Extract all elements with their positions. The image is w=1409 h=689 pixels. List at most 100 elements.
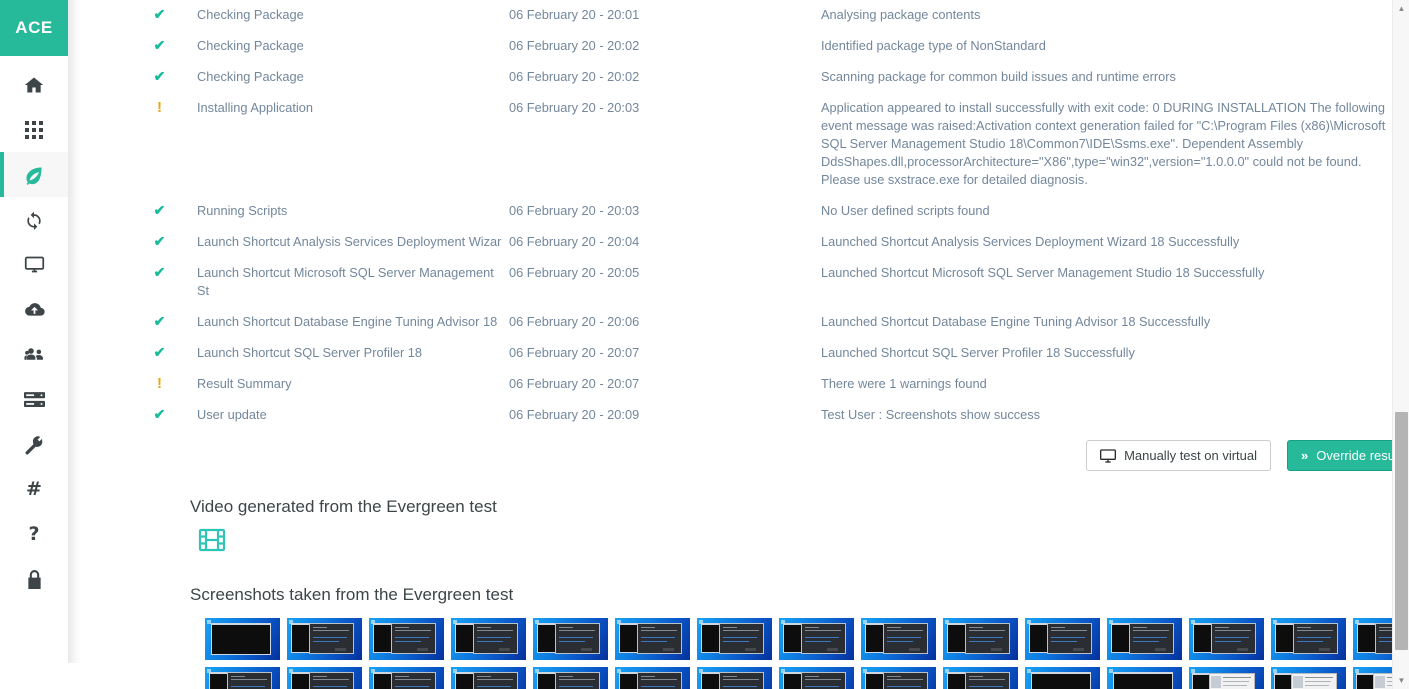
status-warning-icon: !: [157, 99, 162, 116]
row-message: Test User : Screenshots show success: [821, 407, 1041, 422]
video-section-title: Video generated from the Evergreen test: [190, 497, 497, 516]
table-row[interactable]: ✔ User update 06 February 20 - 20:09 Tes…: [122, 400, 1409, 424]
row-time: 06 February 20 - 20:09: [509, 407, 640, 422]
screenshot-thumbnail[interactable]: [1025, 667, 1100, 689]
screenshot-thumbnail[interactable]: [1189, 667, 1264, 689]
sidebar-nav: # ?: [0, 56, 68, 602]
row-status: !: [122, 93, 197, 117]
evergreen-log-table: ✔ Checking Package 06 February 20 - 20:0…: [122, 0, 1409, 424]
scroll-down-arrow-icon[interactable]: ▼: [1393, 672, 1409, 689]
screenshot-thumbnail[interactable]: [205, 618, 280, 660]
row-message: Launched Shortcut Microsoft SQL Server M…: [821, 265, 1265, 280]
result-actions: Manually test on virtual » Override resu: [68, 440, 1409, 471]
wrench-icon: [23, 434, 45, 456]
lock-icon: [23, 569, 45, 591]
screenshot-thumbnail[interactable]: [287, 667, 362, 689]
table-row[interactable]: ✔ Checking Package 06 February 20 - 20:0…: [122, 62, 1409, 86]
row-spacer: [122, 251, 1409, 258]
table-row[interactable]: ✔ Launch Shortcut Database Engine Tuning…: [122, 307, 1409, 331]
row-message: Launched Shortcut SQL Server Profiler 18…: [821, 345, 1135, 360]
screenshot-thumbnail[interactable]: [615, 618, 690, 660]
monitor-icon: [1100, 448, 1117, 463]
row-spacer: [122, 189, 1409, 196]
sidebar-item-users[interactable]: [0, 332, 68, 377]
screenshot-thumbnail[interactable]: [779, 618, 854, 660]
status-ok-icon: ✔: [153, 344, 166, 360]
override-result-button[interactable]: » Override resu: [1287, 440, 1409, 471]
row-message: Launched Shortcut Analysis Services Depl…: [821, 234, 1240, 249]
screenshot-thumbnail[interactable]: [861, 618, 936, 660]
screenshot-thumbnail[interactable]: [943, 667, 1018, 689]
sidebar-item-help[interactable]: ?: [0, 512, 68, 557]
screenshot-thumbnail[interactable]: [779, 667, 854, 689]
table-row[interactable]: ! Result Summary 06 February 20 - 20:07 …: [122, 369, 1409, 393]
status-ok-icon: ✔: [153, 233, 166, 249]
screenshot-thumbnail[interactable]: [1025, 618, 1100, 660]
screenshot-thumbnail[interactable]: [1271, 618, 1346, 660]
scroll-up-arrow-icon[interactable]: ▲: [1393, 0, 1409, 17]
vertical-scrollbar[interactable]: ▲ ▼: [1392, 0, 1409, 689]
screenshot-thumbnail[interactable]: [697, 618, 772, 660]
screenshot-thumbnail[interactable]: [697, 667, 772, 689]
screenshot-thumbnail[interactable]: [861, 667, 936, 689]
sidebar-item-cloud[interactable]: [0, 287, 68, 332]
manually-test-button[interactable]: Manually test on virtual: [1086, 440, 1272, 471]
table-row[interactable]: ✔ Launch Shortcut Microsoft SQL Server M…: [122, 258, 1409, 300]
screenshot-thumbnail[interactable]: [369, 618, 444, 660]
sidebar-item-apps[interactable]: [0, 107, 68, 152]
screenshot-thumbnail[interactable]: [533, 618, 608, 660]
screenshot-thumbnail[interactable]: [1107, 667, 1182, 689]
screenshot-thumbnail[interactable]: [287, 618, 362, 660]
screenshots-gallery: [205, 618, 1409, 689]
table-row[interactable]: ✔ Launch Shortcut Analysis Services Depl…: [122, 227, 1409, 251]
ace-console-window: ACE # ? ✔ Checking Package 06 February 2…: [0, 0, 1409, 689]
status-ok-icon: ✔: [153, 202, 166, 218]
sidebar-item-tools[interactable]: [0, 422, 68, 467]
screenshot-thumbnail[interactable]: [451, 667, 526, 689]
row-stage: Checking Package: [197, 38, 304, 53]
table-row[interactable]: ✔ Checking Package 06 February 20 - 20:0…: [122, 31, 1409, 55]
sidebar-item-evergreen[interactable]: [0, 152, 68, 197]
screenshot-thumbnail[interactable]: [451, 618, 526, 660]
sidebar-item-tags[interactable]: #: [0, 467, 68, 512]
status-ok-icon: ✔: [153, 37, 166, 53]
table-row[interactable]: ! Installing Application 06 February 20 …: [122, 93, 1409, 189]
screenshot-thumbnail[interactable]: [369, 667, 444, 689]
screenshot-thumbnail[interactable]: [533, 667, 608, 689]
row-stage: Launch Shortcut Database Engine Tuning A…: [197, 314, 498, 329]
sidebar-item-desktops[interactable]: [0, 242, 68, 287]
row-status: !: [122, 369, 197, 393]
screenshot-thumbnail[interactable]: [943, 618, 1018, 660]
brand-label: ACE: [15, 18, 53, 37]
row-stage: User update: [197, 407, 267, 422]
row-spacer: [122, 300, 1409, 307]
sidebar-item-home[interactable]: [0, 62, 68, 107]
scrollbar-thumb[interactable]: [1395, 412, 1408, 650]
row-spacer: [122, 24, 1409, 31]
screenshots-grid: [205, 618, 1409, 689]
row-message: Launched Shortcut Database Engine Tuning…: [821, 314, 1211, 329]
screenshot-thumbnail[interactable]: [1189, 618, 1264, 660]
row-stage: Checking Package: [197, 69, 304, 84]
sidebar-item-security[interactable]: [0, 557, 68, 602]
table-row[interactable]: ✔ Launch Shortcut SQL Server Profiler 18…: [122, 338, 1409, 362]
brand-logo[interactable]: ACE: [0, 0, 68, 56]
film-icon: [198, 526, 1409, 559]
cloud-upload-icon: [23, 299, 45, 321]
screenshot-thumbnail[interactable]: [615, 667, 690, 689]
table-row[interactable]: ✔ Checking Package 06 February 20 - 20:0…: [122, 0, 1409, 24]
screenshot-thumbnail[interactable]: [205, 667, 280, 689]
sidebar-item-servers[interactable]: [0, 377, 68, 422]
row-stage: Launch Shortcut SQL Server Profiler 18: [197, 345, 423, 360]
table-row[interactable]: ✔ Running Scripts 06 February 20 - 20:03…: [122, 196, 1409, 220]
screenshot-thumbnail[interactable]: [1107, 618, 1182, 660]
sidebar-item-sync[interactable]: [0, 197, 68, 242]
screenshot-thumbnail[interactable]: [1271, 667, 1346, 689]
row-time: 06 February 20 - 20:02: [509, 38, 640, 53]
row-message: No User defined scripts found: [821, 203, 990, 218]
manually-test-label: Manually test on virtual: [1124, 448, 1258, 463]
row-message: Analysing package contents: [821, 7, 981, 22]
video-thumbnail[interactable]: [198, 526, 1409, 559]
row-status: ✔: [122, 0, 197, 24]
row-time: 06 February 20 - 20:01: [509, 7, 640, 22]
